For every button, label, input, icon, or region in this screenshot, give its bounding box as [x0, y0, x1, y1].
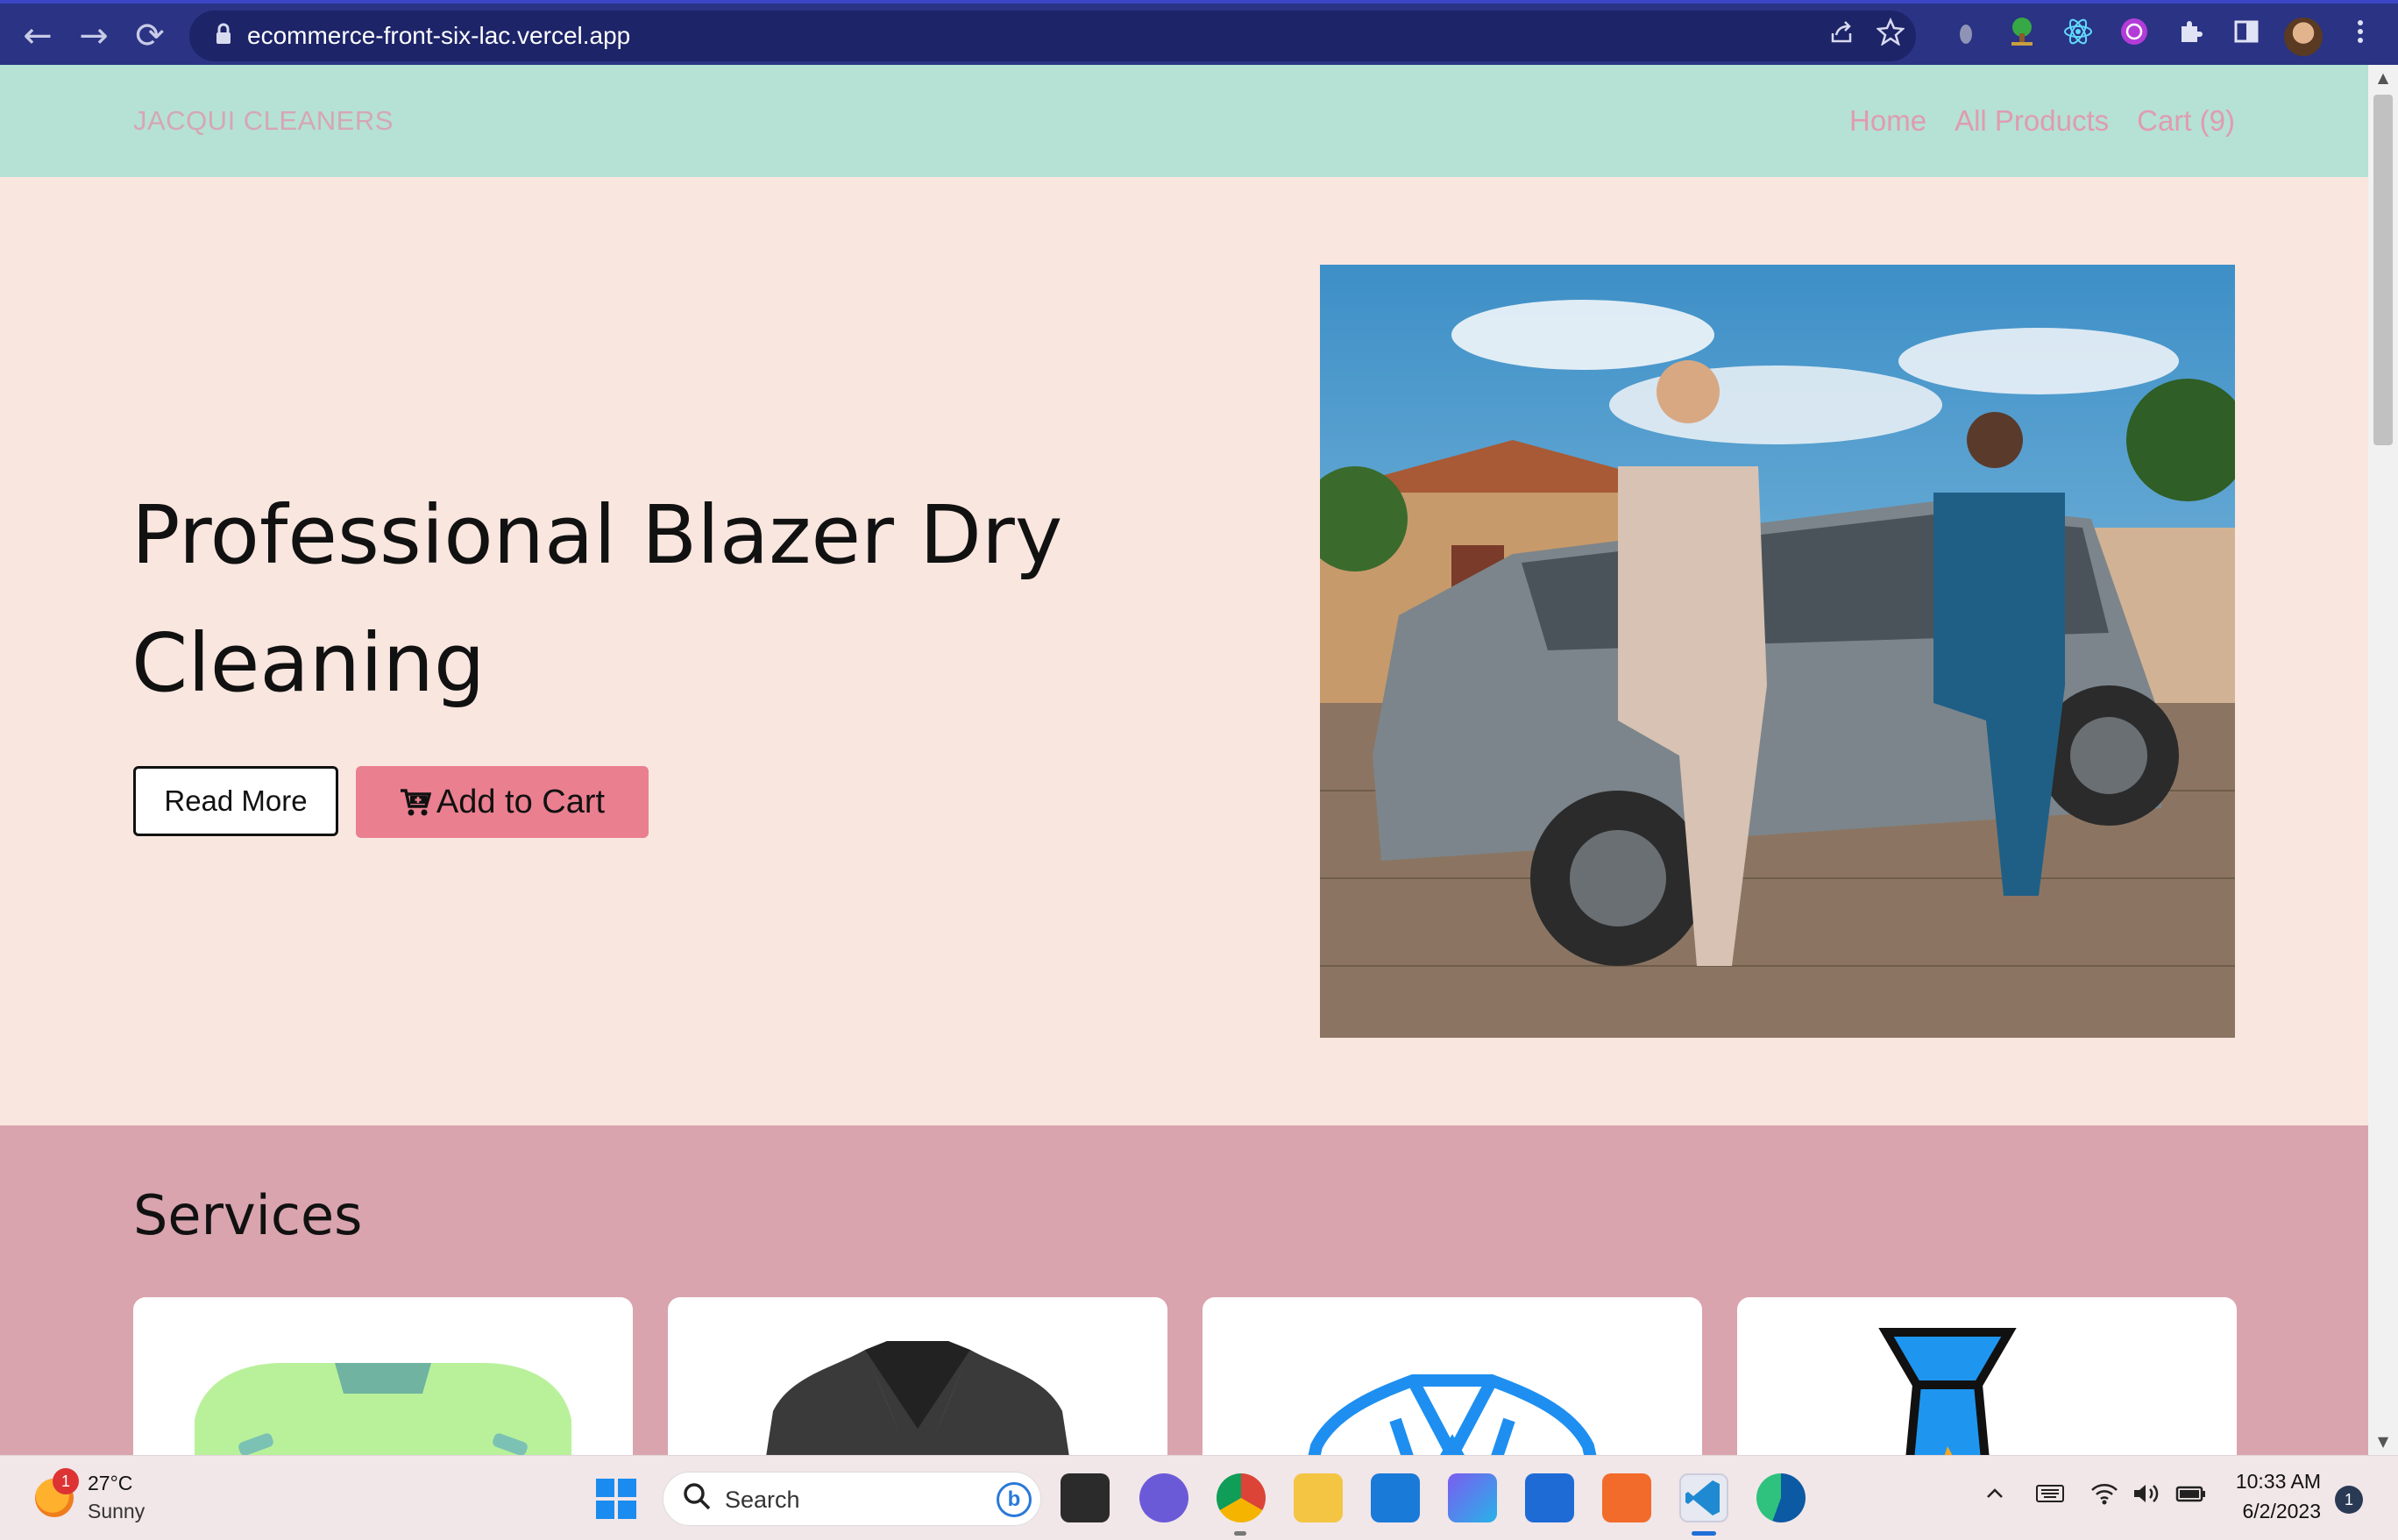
- menu-dots-icon[interactable]: [2340, 16, 2380, 56]
- copilot-icon[interactable]: [1448, 1473, 1497, 1522]
- site-navbar: JACQUI CLEANERS Home All Products Cart (…: [0, 65, 2368, 177]
- taskbar-search[interactable]: Search b: [663, 1472, 1041, 1526]
- keyboard-icon[interactable]: [2035, 1480, 2065, 1515]
- microsoft-store-icon[interactable]: [1525, 1473, 1574, 1522]
- teams-chat-icon[interactable]: [1139, 1473, 1188, 1522]
- wifi-icon[interactable]: [2089, 1480, 2119, 1515]
- blazer-icon: [766, 1341, 1069, 1455]
- windows-start-icon[interactable]: [596, 1479, 636, 1519]
- nav-links: Home All Products Cart (9): [1849, 65, 2235, 177]
- notification-badge[interactable]: 1: [2335, 1486, 2363, 1514]
- brand-logo[interactable]: JACQUI CLEANERS: [133, 65, 394, 177]
- lock-icon[interactable]: [210, 23, 237, 49]
- shirt-icon: [1308, 1374, 1597, 1455]
- back-arrow-icon[interactable]: ←: [16, 14, 60, 58]
- react-devtools-icon[interactable]: [2058, 16, 2098, 56]
- extensions-puzzle-icon[interactable]: [2170, 16, 2210, 56]
- weather-condition[interactable]: Sunny: [88, 1500, 145, 1523]
- nav-home-link[interactable]: Home: [1849, 104, 1926, 138]
- chevron-up-icon[interactable]: [1983, 1480, 2007, 1515]
- mail-icon[interactable]: [1371, 1473, 1420, 1522]
- url-text[interactable]: ecommerce-front-six-lac.vercel.app: [247, 11, 630, 61]
- edge-icon[interactable]: [1756, 1473, 1806, 1522]
- services-title: Services: [133, 1183, 363, 1247]
- service-card[interactable]: [668, 1297, 1167, 1455]
- xampp-icon[interactable]: [1602, 1473, 1651, 1522]
- clock-date[interactable]: 6/2/2023: [2233, 1500, 2321, 1523]
- service-card[interactable]: [133, 1297, 633, 1455]
- add-to-cart-button[interactable]: Add to Cart: [356, 766, 649, 838]
- add-to-cart-label: Add to Cart: [436, 784, 606, 820]
- page-scrollbar[interactable]: ▲ ▼: [2368, 65, 2398, 1455]
- search-icon: [679, 1481, 714, 1516]
- chrome-icon[interactable]: [1217, 1473, 1266, 1522]
- extension-gray-icon[interactable]: [1946, 16, 1986, 56]
- volume-icon[interactable]: [2132, 1480, 2161, 1515]
- share-icon[interactable]: [1821, 16, 1862, 56]
- extension-tree-icon[interactable]: [2002, 16, 2042, 56]
- profile-avatar[interactable]: [2284, 18, 2323, 56]
- vscode-active-indicator: [1692, 1531, 1716, 1536]
- bookmark-star-icon[interactable]: [1870, 16, 1911, 56]
- tie-icon: [1878, 1328, 2017, 1455]
- nav-all-products-link[interactable]: All Products: [1955, 104, 2109, 138]
- scroll-up-arrow-icon[interactable]: ▲: [2368, 65, 2398, 91]
- vscode-icon[interactable]: [1679, 1473, 1728, 1522]
- side-panel-icon[interactable]: [2226, 16, 2267, 56]
- read-more-button[interactable]: Read More: [133, 766, 338, 836]
- file-explorer-icon[interactable]: [1294, 1473, 1343, 1522]
- hero-section: Professional Blazer Dry Cleaning Read Mo…: [0, 177, 2368, 1125]
- scrollbar-thumb[interactable]: [2373, 95, 2393, 445]
- services-section: Services: [0, 1125, 2368, 1455]
- service-card[interactable]: [1203, 1297, 1702, 1455]
- hero-title: Professional Blazer Dry Cleaning: [131, 488, 1063, 710]
- task-view-icon[interactable]: [1061, 1473, 1110, 1522]
- search-placeholder: Search: [725, 1487, 800, 1513]
- reload-icon[interactable]: ⟳: [128, 14, 172, 58]
- weather-temperature[interactable]: 27°C: [88, 1472, 132, 1495]
- windows-taskbar: 1 27°C Sunny Search b 10:33 AM 6/2/2023 …: [0, 1455, 2398, 1540]
- forward-arrow-icon[interactable]: →: [72, 14, 116, 58]
- weather-badge: 1: [53, 1468, 79, 1494]
- cart-icon: [400, 789, 432, 816]
- bing-icon[interactable]: b: [997, 1482, 1032, 1517]
- clock-time[interactable]: 10:33 AM: [2233, 1470, 2321, 1494]
- scroll-down-arrow-icon[interactable]: ▼: [2368, 1429, 2398, 1455]
- address-bar[interactable]: ecommerce-front-six-lac.vercel.app: [189, 11, 1916, 61]
- nav-cart-link[interactable]: Cart (9): [2137, 104, 2235, 138]
- sweater-icon: [195, 1363, 571, 1455]
- browser-toolbar: ← → ⟳ ecommerce-front-six-lac.vercel.app: [0, 0, 2398, 65]
- chrome-running-indicator: [1234, 1531, 1246, 1536]
- extension-purple-icon[interactable]: [2114, 16, 2154, 56]
- hero-image: [1320, 265, 2235, 1038]
- battery-icon[interactable]: [2174, 1480, 2207, 1515]
- service-card[interactable]: [1737, 1297, 2237, 1455]
